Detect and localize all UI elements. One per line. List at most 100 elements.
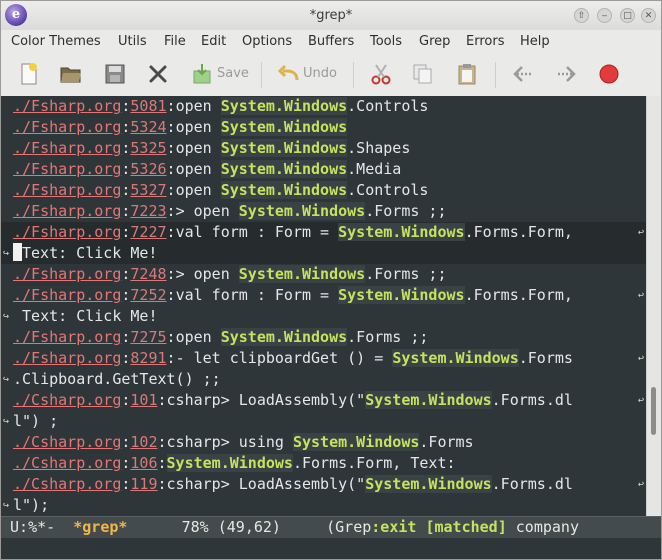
new-file-button[interactable] xyxy=(17,62,41,88)
grep-result-line[interactable]: ./Csharp.org:119:csharp> LoadAssembly("S… xyxy=(1,474,646,495)
open-file-button[interactable] xyxy=(59,62,83,88)
grep-result-line[interactable]: ./Fsharp.org:7275:open System.Windows.Fo… xyxy=(1,327,646,348)
copy-icon xyxy=(413,64,432,84)
file-link[interactable]: ./Fsharp.org xyxy=(13,328,121,346)
copy-button[interactable] xyxy=(411,62,435,88)
shade-button[interactable]: ⇧ xyxy=(574,8,589,23)
menu-file[interactable]: File xyxy=(164,30,186,54)
stop-icon xyxy=(599,64,619,84)
grep-buffer[interactable]: ./Fsharp.org:5081:open System.Windows.Co… xyxy=(1,96,646,516)
grep-result-line[interactable]: ./Fsharp.org:5324:open System.Windows xyxy=(1,117,646,138)
wrap-arrow-icon: ↩ xyxy=(637,479,645,490)
line-number-link[interactable]: 101 xyxy=(130,391,157,409)
line-number-link[interactable]: 7223 xyxy=(130,202,166,220)
menu-errors[interactable]: Errors xyxy=(466,30,504,54)
file-link[interactable]: ./Fsharp.org xyxy=(13,118,121,136)
file-link[interactable]: ./Fsharp.org xyxy=(13,160,121,178)
menu-grep[interactable]: Grep xyxy=(419,30,450,54)
modeline-buffer-name[interactable]: *grep* xyxy=(73,518,127,536)
save-disk-button[interactable] xyxy=(103,62,127,88)
wrap-arrow-icon: ↪ xyxy=(2,311,10,322)
file-link[interactable]: ./Fsharp.org xyxy=(13,139,121,157)
window-title: *grep* xyxy=(309,8,353,23)
grep-result-line[interactable]: ./Fsharp.org:5325:open System.Windows.Sh… xyxy=(1,138,646,159)
grep-result-line[interactable]: ./Csharp.org:102:csharp> using System.Wi… xyxy=(1,432,646,453)
paste-icon xyxy=(458,64,476,85)
grep-result-line[interactable]: ./Csharp.org:106:System.Windows.Forms.Fo… xyxy=(1,453,646,474)
title-bar[interactable]: e *grep* ⇧ ‒ □ ✕ xyxy=(1,1,661,31)
line-number-link[interactable]: 7248 xyxy=(130,265,166,283)
line-number-link[interactable]: 7252 xyxy=(130,286,166,304)
grep-continuation-line[interactable]: ↪ Text: Click Me! xyxy=(1,306,646,327)
menu-color-themes[interactable]: Color Themes xyxy=(11,30,101,54)
file-link[interactable]: ./Fsharp.org xyxy=(13,202,121,220)
modeline-status: U:%*- xyxy=(1,518,74,536)
toolbar-separator xyxy=(495,62,496,88)
line-number-link[interactable]: 7275 xyxy=(130,328,166,346)
file-link[interactable]: ./Fsharp.org xyxy=(13,223,121,241)
line-number-link[interactable]: 5324 xyxy=(130,118,166,136)
paste-button[interactable] xyxy=(455,62,479,88)
line-number-link[interactable]: 5325 xyxy=(130,139,166,157)
file-link[interactable]: ./Csharp.org xyxy=(13,391,121,409)
menu-tools[interactable]: Tools xyxy=(370,30,402,54)
file-link[interactable]: ./Fsharp.org xyxy=(13,265,121,283)
menu-edit[interactable]: Edit xyxy=(201,30,226,54)
file-link[interactable]: ./Fsharp.org xyxy=(13,286,121,304)
file-link[interactable]: ./Fsharp.org xyxy=(13,97,121,115)
menu-buffers[interactable]: Buffers xyxy=(308,30,354,54)
mode-line[interactable]: U:%*- *grep* 78% (49,62) (Grep:exit [mat… xyxy=(1,516,661,539)
match-highlight: System.Windows xyxy=(220,118,348,136)
stop-button[interactable] xyxy=(597,62,621,88)
grep-result-line[interactable]: ./Fsharp.org:7248:> open System.Windows.… xyxy=(1,264,646,285)
grep-result-line[interactable]: ./Fsharp.org:5327:open System.Windows.Co… xyxy=(1,180,646,201)
menu-help[interactable]: Help xyxy=(520,30,550,54)
match-highlight: System.Windows xyxy=(220,181,348,199)
scrollbar-thumb[interactable] xyxy=(651,387,656,435)
close-buffer-button[interactable] xyxy=(146,62,170,88)
match-highlight: System.Windows xyxy=(338,286,465,304)
grep-result-line[interactable]: ./Fsharp.org:7252:val form : Form = Syst… xyxy=(1,285,646,306)
match-highlight: System.Windows xyxy=(220,160,348,178)
forward-icon xyxy=(558,66,576,82)
menu-options[interactable]: Options xyxy=(242,30,292,54)
echo-area[interactable] xyxy=(1,538,661,559)
match-highlight: System.Windows xyxy=(238,265,366,283)
file-link[interactable]: ./Fsharp.org xyxy=(13,181,121,199)
line-number-link[interactable]: 5081 xyxy=(130,97,166,115)
new-file-icon xyxy=(21,63,37,85)
grep-result-line[interactable]: ./Csharp.org:101:csharp> LoadAssembly("S… xyxy=(1,390,646,411)
wrap-arrow-icon: ↪ xyxy=(2,416,10,427)
grep-result-line[interactable]: ./Fsharp.org:8291:- let clipboardGet () … xyxy=(1,348,646,369)
vertical-scrollbar[interactable] xyxy=(646,96,661,516)
line-number-link[interactable]: 5327 xyxy=(130,181,166,199)
back-button[interactable] xyxy=(511,62,535,88)
file-link[interactable]: ./Csharp.org xyxy=(13,475,121,493)
grep-continuation-line[interactable]: ↪ .Clipboard.GetText() ;; xyxy=(1,369,646,390)
grep-result-line-current[interactable]: ./Fsharp.org:7227:val form : Form = Syst… xyxy=(1,222,646,243)
close-icon xyxy=(149,65,167,83)
grep-result-line[interactable]: ./Fsharp.org:5326:open System.Windows.Me… xyxy=(1,159,646,180)
minimize-button[interactable]: ‒ xyxy=(597,8,612,23)
grep-continuation-line[interactable]: ↪ l") ; xyxy=(1,411,646,432)
line-number-link[interactable]: 8291 xyxy=(130,349,166,367)
close-window-button[interactable]: ✕ xyxy=(641,8,656,23)
line-number-link[interactable]: 106 xyxy=(130,454,157,472)
grep-result-line[interactable]: ./Fsharp.org:5081:open System.Windows.Co… xyxy=(1,96,646,117)
grep-result-line[interactable]: ./Fsharp.org:7223:> open System.Windows.… xyxy=(1,201,646,222)
menu-utils[interactable]: Utils xyxy=(118,30,147,54)
cut-button[interactable] xyxy=(369,62,393,88)
grep-continuation-line[interactable]: ↪ Text: Click Me! xyxy=(1,243,646,264)
forward-button[interactable] xyxy=(554,62,578,88)
grep-continuation-line[interactable]: ↪ l"); xyxy=(1,495,646,516)
file-link[interactable]: ./Csharp.org xyxy=(13,454,121,472)
maximize-button[interactable]: □ xyxy=(620,8,635,23)
toolbar-separator xyxy=(261,62,262,88)
file-link[interactable]: ./Csharp.org xyxy=(13,433,121,451)
line-number-link[interactable]: 102 xyxy=(130,433,157,451)
line-number-link[interactable]: 119 xyxy=(130,475,157,493)
wrap-arrow-icon: ↩ xyxy=(637,227,645,238)
line-number-link[interactable]: 5326 xyxy=(130,160,166,178)
file-link[interactable]: ./Fsharp.org xyxy=(13,349,121,367)
line-number-link[interactable]: 7227 xyxy=(130,223,166,241)
